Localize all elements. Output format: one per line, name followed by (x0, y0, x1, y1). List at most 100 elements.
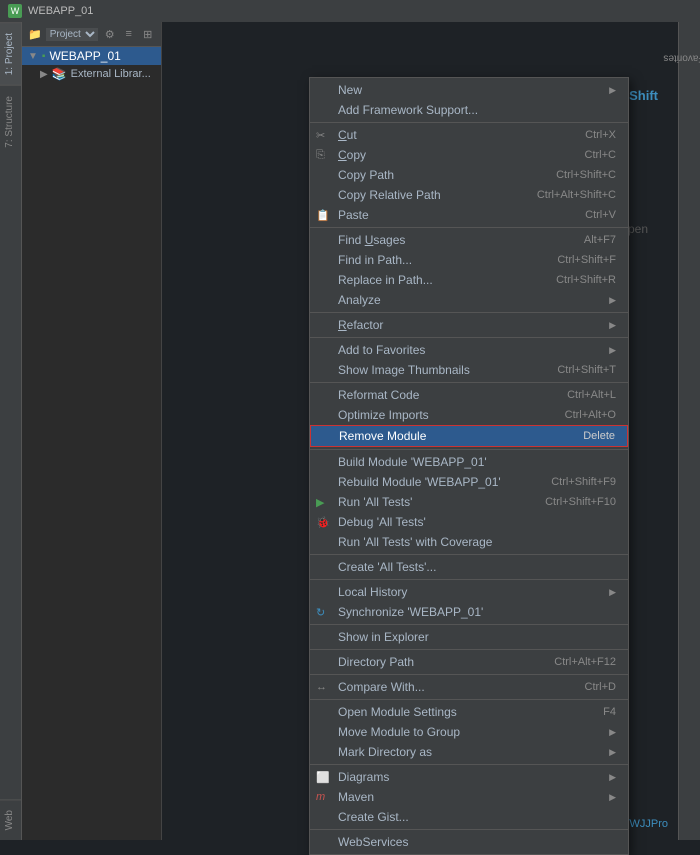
menu-label-reformat: Reformat Code (338, 388, 567, 402)
menu-sep-2 (310, 227, 628, 228)
menu-item-compare[interactable]: ↔ Compare With... Ctrl+D (310, 677, 628, 697)
menu-label-remove-module: Remove Module (339, 429, 583, 443)
expand-arrow-ext: ▶ (40, 69, 48, 80)
expand-toolbar-btn[interactable]: ⊞ (140, 26, 156, 42)
menu-item-paste[interactable]: 📋 Paste Ctrl+V (310, 205, 628, 225)
shortcut-cut: Ctrl+X (585, 129, 616, 141)
diagrams-icon: ⬜ (316, 771, 330, 784)
menu-item-debug-tests[interactable]: 🐞 Debug 'All Tests' (310, 512, 628, 532)
menu-item-favorites[interactable]: Add to Favorites (310, 340, 628, 360)
tree-label-webapp01: WEBAPP_01 (49, 49, 120, 63)
menu-item-module-settings[interactable]: Open Module Settings F4 (310, 702, 628, 722)
shortcut-thumbnails: Ctrl+Shift+T (557, 364, 616, 376)
expand-arrow-webapp01: ▼ (28, 51, 38, 62)
filter-toolbar-btn[interactable]: ≡ (121, 26, 137, 42)
menu-item-analyze[interactable]: Analyze (310, 290, 628, 310)
menu-label-thumbnails: Show Image Thumbnails (338, 363, 557, 377)
menu-sep-11 (310, 674, 628, 675)
menu-label-optimize: Optimize Imports (338, 408, 565, 422)
compare-icon: ↔ (316, 681, 327, 693)
tree-label-ext: External Librar... (71, 68, 151, 80)
maven-icon: m (316, 791, 325, 803)
shortcut-dir-path: Ctrl+Alt+F12 (554, 656, 616, 668)
menu-label-new: New (338, 83, 601, 97)
menu-item-run-tests[interactable]: ▶ Run 'All Tests' Ctrl+Shift+F10 (310, 492, 628, 512)
project-dropdown[interactable]: Project (46, 28, 98, 41)
menu-sep-6 (310, 449, 628, 450)
menu-item-optimize[interactable]: Optimize Imports Ctrl+Alt+O (310, 405, 628, 425)
menu-item-remove-module[interactable]: Remove Module Delete (310, 425, 628, 447)
menu-label-show-explorer: Show in Explorer (338, 630, 616, 644)
menu-item-local-history[interactable]: Local History (310, 582, 628, 602)
menu-item-replace-path[interactable]: Replace in Path... Ctrl+Shift+R (310, 270, 628, 290)
menu-item-cut[interactable]: ✂ Cut Ctrl+X (310, 125, 628, 145)
menu-item-copy-rel-path[interactable]: Copy Relative Path Ctrl+Alt+Shift+C (310, 185, 628, 205)
sidebar-item-project[interactable]: 1: Project (0, 22, 21, 85)
menu-item-rebuild[interactable]: Rebuild Module 'WEBAPP_01' Ctrl+Shift+F9 (310, 472, 628, 492)
menu-item-run-coverage[interactable]: Run 'All Tests' with Coverage (310, 532, 628, 552)
menu-label-webservices: WebServices (338, 835, 616, 849)
sidebar-item-favorites[interactable]: 2: Favorites (653, 49, 700, 68)
menu-label-build: Build Module 'WEBAPP_01' (338, 455, 616, 469)
sync-icon: ↻ (316, 606, 325, 619)
menu-item-find-in-path[interactable]: Find in Path... Ctrl+Shift+F (310, 250, 628, 270)
shortcut-reformat: Ctrl+Alt+L (567, 389, 616, 401)
menu-item-refactor[interactable]: Refactor (310, 315, 628, 335)
menu-item-add-framework[interactable]: Add Framework Support... (310, 100, 628, 120)
tree-item-external-libs[interactable]: ▶ 📚 External Librar... (22, 65, 161, 83)
menu-item-sync[interactable]: ↻ Synchronize 'WEBAPP_01' (310, 602, 628, 622)
shortcut-copy-rel: Ctrl+Alt+Shift+C (537, 189, 616, 201)
shortcut-compare: Ctrl+D (585, 681, 616, 693)
menu-item-show-explorer[interactable]: Show in Explorer (310, 627, 628, 647)
run-icon: ▶ (316, 496, 324, 509)
menu-item-gist[interactable]: Create Gist... (310, 807, 628, 827)
menu-item-dir-path[interactable]: Directory Path Ctrl+Alt+F12 (310, 652, 628, 672)
debug-icon: 🐞 (316, 516, 330, 529)
menu-item-find-usages[interactable]: Find Usages Alt+F7 (310, 230, 628, 250)
menu-item-webservices[interactable]: WebServices (310, 832, 628, 852)
menu-label-move-module: Move Module to Group (338, 725, 601, 739)
cut-icon: ✂ (316, 129, 325, 142)
menu-sep-3 (310, 312, 628, 313)
shortcut-replace-path: Ctrl+Shift+R (556, 274, 616, 286)
sync-toolbar-btn[interactable]: ⚙ (102, 26, 118, 42)
menu-item-maven[interactable]: m Maven (310, 787, 628, 807)
menu-sep-7 (310, 554, 628, 555)
menu-item-build[interactable]: Build Module 'WEBAPP_01' (310, 452, 628, 472)
menu-sep-4 (310, 337, 628, 338)
menu-item-create-tests[interactable]: Create 'All Tests'... (310, 557, 628, 577)
menu-label-find-in-path: Find in Path... (338, 253, 557, 267)
sidebar-item-structure[interactable]: 7: Structure (0, 85, 21, 158)
context-menu: New Add Framework Support... ✂ Cut Ctrl+… (309, 77, 629, 855)
main-layout: 1: Project 7: Structure Web 📁 Project ⚙ … (0, 22, 700, 840)
title-text: WEBAPP_01 (28, 5, 93, 17)
menu-label-local-history: Local History (338, 585, 601, 599)
menu-item-move-module[interactable]: Move Module to Group (310, 722, 628, 742)
menu-label-rebuild: Rebuild Module 'WEBAPP_01' (338, 475, 551, 489)
shortcut-copy: Ctrl+C (585, 149, 616, 161)
menu-item-new[interactable]: New (310, 80, 628, 100)
shortcut-find-path: Ctrl+Shift+F (557, 254, 616, 266)
main-content: Search Everywhere Double Shift Go to Fil… (162, 22, 678, 840)
menu-sep-5 (310, 382, 628, 383)
menu-label-copy-path: Copy Path (338, 168, 556, 182)
tree-item-webapp01[interactable]: ▼ ▪ WEBAPP_01 (22, 47, 161, 65)
menu-label-find-usages: Find Usages (338, 233, 584, 247)
paste-icon: 📋 (316, 209, 330, 222)
sidebar-item-web[interactable]: Web (0, 799, 21, 840)
menu-label-diagrams: Diagrams (338, 770, 601, 784)
shortcut-copy-path: Ctrl+Shift+C (556, 169, 616, 181)
shortcut-paste: Ctrl+V (585, 209, 616, 221)
menu-label-sync: Synchronize 'WEBAPP_01' (338, 605, 616, 619)
menu-label-compare: Compare With... (338, 680, 585, 694)
menu-item-reformat[interactable]: Reformat Code Ctrl+Alt+L (310, 385, 628, 405)
menu-item-thumbnails[interactable]: Show Image Thumbnails Ctrl+Shift+T (310, 360, 628, 380)
menu-item-copy[interactable]: ⎘ Copy Ctrl+C (310, 145, 628, 165)
menu-sep-10 (310, 649, 628, 650)
shortcut-optimize: Ctrl+Alt+O (565, 409, 616, 421)
left-tabs: 1: Project 7: Structure Web (0, 22, 22, 840)
menu-item-copy-path[interactable]: Copy Path Ctrl+Shift+C (310, 165, 628, 185)
menu-label-run-coverage: Run 'All Tests' with Coverage (338, 535, 616, 549)
menu-item-diagrams[interactable]: ⬜ Diagrams (310, 767, 628, 787)
menu-item-mark-dir[interactable]: Mark Directory as (310, 742, 628, 762)
